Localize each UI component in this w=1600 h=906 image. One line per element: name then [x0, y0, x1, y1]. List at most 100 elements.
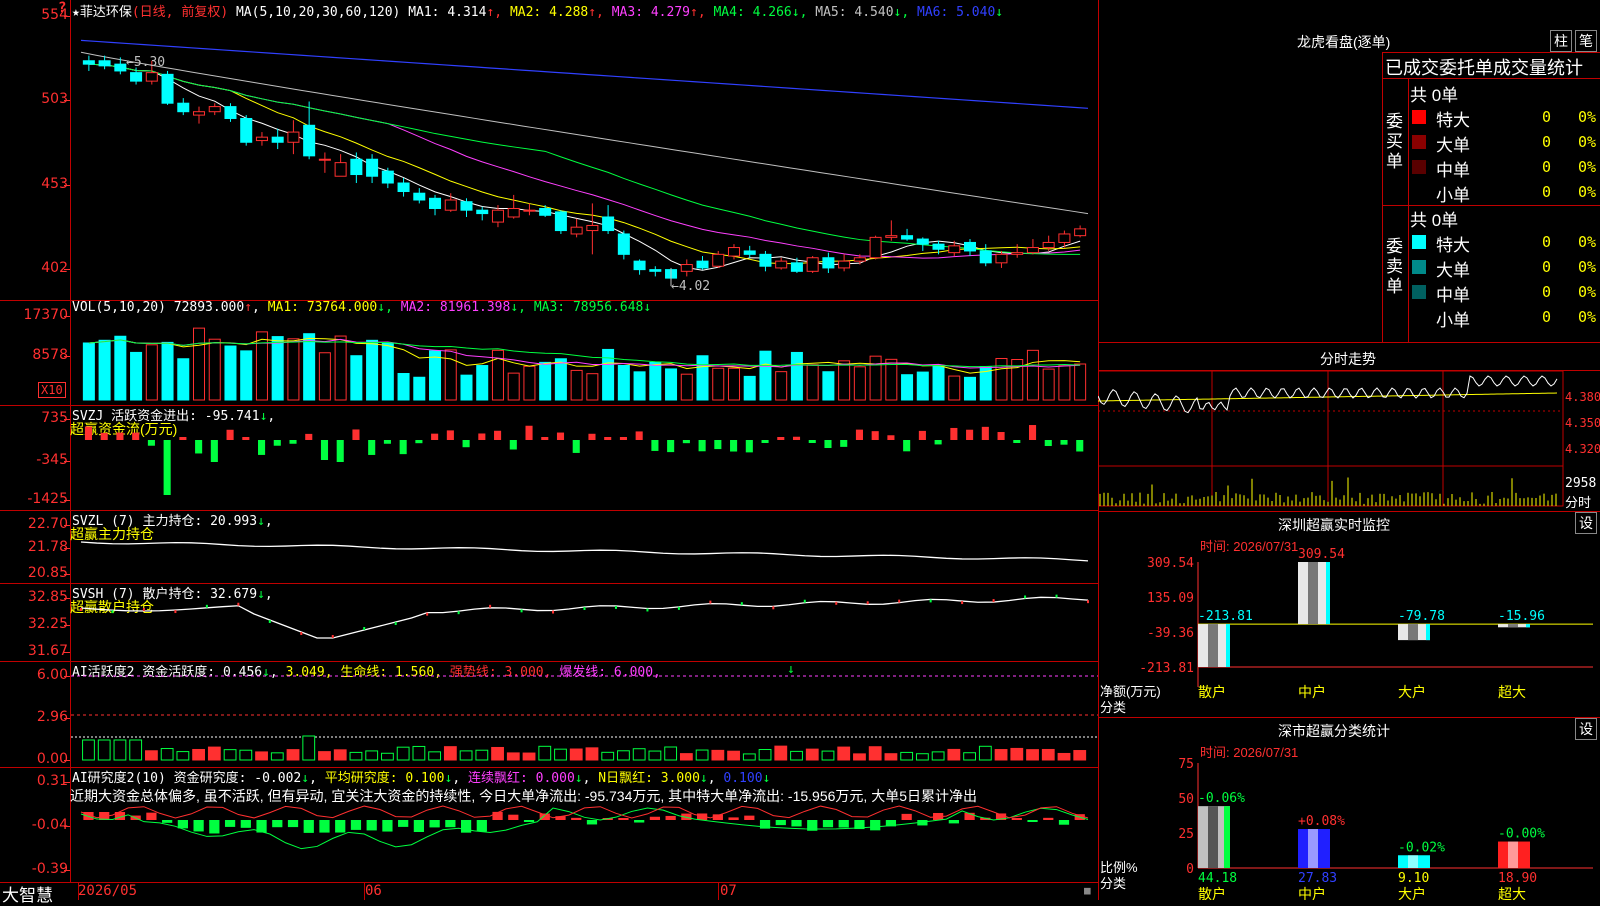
candle-body: [617, 233, 630, 255]
retail-dot: [457, 611, 460, 615]
ma-line: [88, 63, 1081, 271]
sz-category-label: 散户: [1198, 684, 1226, 701]
volume-bar: [82, 342, 95, 401]
activity-bar: [742, 753, 756, 761]
volume-bar: [649, 361, 662, 401]
research-bar: [413, 820, 425, 832]
volume-bar: [586, 373, 599, 401]
research-bar: [445, 820, 456, 828]
volume-bar: [932, 364, 945, 401]
candle-body: [539, 207, 552, 216]
candle-body: [507, 207, 520, 218]
fenshi-axis-3: 4.320: [1565, 442, 1600, 456]
buy-swatch: [1412, 110, 1426, 124]
flow-bar: [950, 427, 958, 440]
candle-body: [177, 102, 190, 113]
brand-label: 大智慧: [2, 886, 53, 905]
research-bar: [508, 814, 519, 820]
candle-body: [350, 158, 363, 176]
ai1-axis-tick: [64, 760, 70, 761]
lock-icon[interactable]: ■: [1084, 884, 1091, 897]
sz-axis-label: 135.09: [1147, 591, 1194, 606]
volume-bar: [727, 367, 740, 401]
retail-dot: [835, 601, 838, 605]
activity-bar: [837, 746, 851, 761]
sell-percent: 0%: [1578, 308, 1597, 326]
candle-body: [397, 182, 410, 193]
candle-body: [208, 106, 221, 113]
order-stats-tabs[interactable]: 已成交委托单成交量统计: [1385, 54, 1600, 80]
sc-bar-shade: [1408, 855, 1418, 868]
sc-value-label: 44.18: [1198, 871, 1237, 886]
candle-body: [491, 209, 504, 223]
retail-dot: [709, 600, 712, 604]
candle-body: [1042, 241, 1055, 249]
tick-mode-button[interactable]: 笔: [1575, 30, 1597, 52]
flow-bar: [399, 440, 407, 455]
ai1-axis-label: 0.00: [36, 751, 68, 767]
activity-bars: ↓: [71, 662, 1098, 761]
flow-bar: [132, 432, 140, 440]
svzj-axis-label: -1425: [27, 491, 68, 507]
flow-bar: [1060, 440, 1068, 445]
candlestick-chart: ←5.30 ←4.02: [80, 39, 1089, 294]
activity-bar: [286, 749, 300, 761]
activity-bar: [412, 745, 426, 761]
volume-bar: [429, 350, 442, 401]
flow-bar: [667, 440, 675, 453]
research-bar: [744, 815, 755, 820]
sz-value-label: -79.78: [1398, 609, 1445, 624]
buy-count: 0: [1542, 133, 1552, 151]
ai1-axis-tick: [64, 718, 70, 719]
lhb-title: 龙虎看盘(逐单): [1297, 34, 1391, 50]
sz-bar-shade: [1308, 562, 1318, 625]
sz-category-label: 大户: [1398, 684, 1426, 701]
ma60-line: [80, 51, 1089, 215]
retail-dot: [426, 612, 429, 616]
volume-bar: [1042, 368, 1055, 401]
sz-bar-edge: [1526, 624, 1530, 628]
candle-body: [696, 260, 709, 269]
retail-dot: [142, 607, 145, 611]
price-axis-label: 503: [41, 91, 68, 107]
svzl-axis-label: 21.78: [27, 539, 68, 555]
activity-bar: [443, 746, 457, 761]
activity-bar: [97, 739, 111, 761]
bar-mode-button[interactable]: 柱: [1550, 30, 1572, 52]
sell-type-label: 大单: [1436, 261, 1470, 280]
volume-bar: [114, 335, 127, 401]
research-bar: [335, 820, 346, 833]
flow-bar: [320, 440, 329, 460]
sc-axis-label: 25: [1178, 827, 1194, 842]
order-table-border: [1382, 52, 1383, 342]
flow-bar: [887, 435, 895, 440]
flow-bar: [494, 430, 502, 440]
activity-bar: [821, 750, 835, 761]
research-bar: [1058, 820, 1070, 825]
volume-bar: [602, 348, 615, 401]
volume-bar: [507, 372, 520, 401]
flow-bar: [242, 437, 250, 440]
volume-bar: [617, 364, 630, 401]
sc-change-label: +0.08%: [1298, 814, 1345, 829]
volume-bar: [712, 367, 725, 401]
activity-bar: [82, 739, 95, 761]
research-bar: [1011, 818, 1022, 820]
activity-bar: [160, 748, 174, 761]
volume-bar: [240, 350, 253, 401]
activity-bar: [318, 751, 331, 761]
buy-percent: 0%: [1578, 158, 1597, 176]
vol-axis-tick: [64, 316, 70, 317]
candle-body: [476, 209, 489, 215]
volume-bar: [381, 342, 394, 401]
flow-bar: [588, 433, 596, 440]
retail-dot: [552, 610, 555, 614]
research-bar: [476, 820, 487, 832]
activity-bar: [1057, 752, 1071, 761]
research-bar: [618, 818, 629, 820]
sell-type-label: 特大: [1436, 236, 1470, 255]
research-bar: [948, 820, 959, 824]
ai2-axis-tick: [64, 782, 70, 783]
sz-category-label: 超大: [1498, 685, 1526, 701]
flow-bar: [273, 440, 281, 446]
